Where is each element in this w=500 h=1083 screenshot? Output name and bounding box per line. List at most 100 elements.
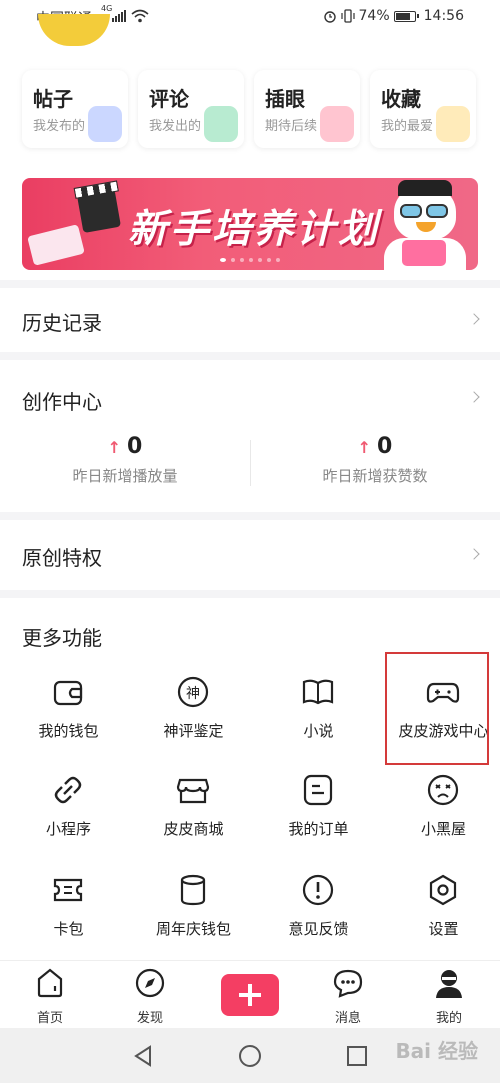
- exclamation-icon: [302, 874, 334, 906]
- quick-card-subtitle: 期待后续: [265, 119, 318, 134]
- function-label: 神评鉴定: [163, 722, 224, 740]
- banner-pagination: [22, 258, 478, 262]
- function-card-wallet[interactable]: 卡包: [6, 858, 131, 948]
- quick-card-title: 评论: [149, 87, 189, 111]
- function-label: 我的订单: [288, 820, 349, 838]
- quick-card-subtitle: 我发布的: [33, 119, 86, 134]
- quick-card-subtitle: 我的最爱: [381, 119, 434, 134]
- clapperboard-icon: [76, 188, 122, 234]
- section-title: 历史记录: [22, 311, 102, 335]
- tab-label: 发现: [136, 1011, 163, 1026]
- function-label: 我的钱包: [38, 722, 99, 740]
- function-novel[interactable]: 小说: [256, 660, 381, 750]
- clock: 14:56: [423, 8, 464, 24]
- watermark: Bai 经验: [395, 1039, 478, 1063]
- wallet-icon: [53, 680, 83, 706]
- function-feedback[interactable]: 意见反馈: [256, 858, 381, 948]
- order-icon: [303, 774, 333, 806]
- function-label: 设置: [428, 920, 459, 938]
- home-icon: [37, 968, 63, 998]
- svg-text:神: 神: [186, 686, 200, 702]
- badge-icon: 神: [177, 676, 209, 708]
- compass-icon: [135, 968, 165, 998]
- tab-label: 我的: [435, 1011, 462, 1026]
- star-icon: [436, 106, 470, 142]
- mascot-illustration: [394, 180, 456, 240]
- profile-icon: [436, 970, 462, 998]
- tab-discover[interactable]: 发现: [100, 961, 200, 1029]
- quick-card-title: 收藏: [381, 87, 421, 111]
- function-blacklist[interactable]: 小黑屋: [381, 758, 500, 848]
- alarm-icon: [323, 11, 336, 23]
- promo-banner[interactable]: 新手培养计划: [22, 178, 478, 270]
- function-label: 小程序: [45, 820, 91, 838]
- signal-icon: [112, 10, 126, 22]
- chevron-right-icon: [468, 313, 480, 325]
- camera-icon: [402, 240, 446, 266]
- home-button-icon[interactable]: [238, 1044, 262, 1068]
- original-privilege-row[interactable]: 原创特权: [0, 520, 500, 590]
- stat-label: 昨日新增获赞数: [322, 467, 428, 485]
- sad-face-icon: [427, 774, 459, 806]
- stat-label: 昨日新增播放量: [72, 467, 178, 485]
- function-label: 卡包: [53, 920, 84, 938]
- function-god-comment[interactable]: 神 神评鉴定: [131, 660, 256, 750]
- function-label: 小黑屋: [420, 820, 466, 838]
- section-title: 更多功能: [22, 626, 102, 650]
- wifi-icon: [131, 9, 149, 23]
- book-icon: [302, 679, 334, 705]
- quick-card-bookmarks[interactable]: 插眼 期待后续: [254, 70, 360, 148]
- eye-icon: [320, 106, 354, 142]
- status-right: 74% 14:56: [323, 8, 464, 24]
- battery-icon: [393, 10, 419, 22]
- quick-card-title: 帖子: [33, 87, 73, 111]
- cylinder-icon: [180, 874, 206, 906]
- tab-home[interactable]: 首页: [0, 961, 100, 1029]
- history-row[interactable]: 历史记录: [0, 288, 500, 352]
- highlight-box: [385, 652, 489, 765]
- link-icon: [54, 776, 82, 804]
- back-icon[interactable]: [131, 1044, 155, 1068]
- function-settings[interactable]: 设置: [381, 858, 500, 948]
- tab-me[interactable]: 我的: [399, 961, 499, 1029]
- function-label: 皮皮商城: [163, 820, 224, 838]
- tab-messages[interactable]: 消息: [298, 961, 398, 1029]
- function-orders[interactable]: 我的订单: [256, 758, 381, 848]
- up-arrow-icon: ↑: [357, 438, 372, 457]
- function-label: 意见反馈: [288, 920, 349, 938]
- quick-card-favorites[interactable]: 收藏 我的最爱: [370, 70, 476, 148]
- section-title[interactable]: 创作中心: [22, 386, 102, 415]
- function-anniversary-wallet[interactable]: 周年庆钱包: [131, 858, 256, 948]
- message-icon: [333, 969, 363, 998]
- quick-card-comments[interactable]: 评论 我发出的: [138, 70, 244, 148]
- card-icon: [53, 878, 83, 902]
- creator-stat-plays[interactable]: ↑ 0 昨日新增播放量: [0, 434, 250, 486]
- quick-card-posts[interactable]: 帖子 我发布的: [22, 70, 128, 148]
- recents-icon[interactable]: [345, 1044, 369, 1068]
- quick-card-subtitle: 我发出的: [149, 119, 202, 134]
- create-post-button[interactable]: [221, 974, 279, 1016]
- tab-label: 消息: [334, 1011, 361, 1026]
- avatar[interactable]: [38, 14, 110, 46]
- settings-icon: [429, 874, 457, 906]
- battery-percent: 74%: [358, 8, 390, 24]
- function-label: 小说: [303, 722, 334, 740]
- posts-icon: [88, 106, 122, 142]
- quick-card-title: 插眼: [265, 87, 305, 111]
- banner-text: 新手培养计划: [128, 207, 381, 252]
- store-icon: [176, 778, 210, 804]
- vibrate-icon: [340, 9, 355, 23]
- function-mini-program[interactable]: 小程序: [6, 758, 131, 848]
- function-mall[interactable]: 皮皮商城: [131, 758, 256, 848]
- up-arrow-icon: ↑: [107, 438, 122, 457]
- comments-icon: [204, 106, 238, 142]
- stat-value: 0: [377, 434, 393, 459]
- quick-cards: 帖子 我发布的 评论 我发出的 插眼 期待后续 收藏 我的最爱: [22, 70, 476, 148]
- chevron-right-icon[interactable]: [468, 391, 480, 403]
- stat-value: 0: [127, 434, 143, 459]
- function-label: 周年庆钱包: [155, 920, 231, 938]
- section-title: 原创特权: [22, 546, 102, 570]
- function-wallet[interactable]: 我的钱包: [6, 660, 131, 750]
- tab-label: 首页: [36, 1011, 63, 1026]
- creator-stat-likes[interactable]: ↑ 0 昨日新增获赞数: [250, 434, 500, 486]
